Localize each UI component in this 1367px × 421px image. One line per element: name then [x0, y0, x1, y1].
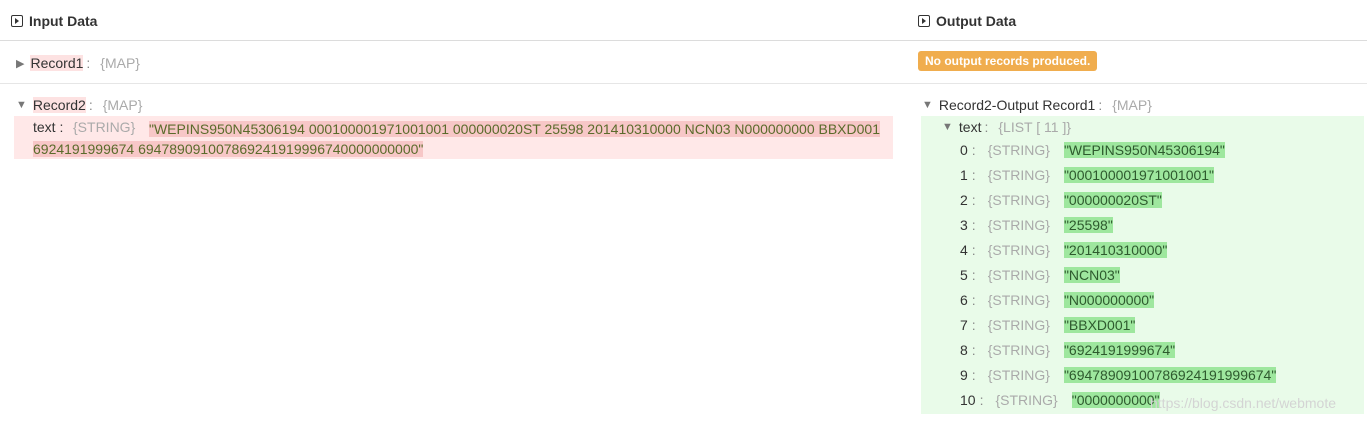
field-key: text : — [33, 119, 64, 135]
list-index: 6 — [960, 292, 968, 308]
play-square-icon — [918, 15, 930, 27]
input-record2-field: "WEPINS950N45306194 000100001971001001 0… — [14, 116, 893, 159]
list-item: 8: {STRING} "6924191999674" — [960, 342, 1176, 358]
separator: : — [971, 367, 976, 383]
list-item: 7: {STRING} "BBXD001" — [960, 317, 1136, 333]
list-item: 10: {STRING} "0000000000" — [960, 392, 1160, 408]
separator: : — [86, 55, 91, 71]
list-index: 8 — [960, 342, 968, 358]
list-index: 7 — [960, 317, 968, 333]
list-index: 4 — [960, 242, 968, 258]
list-item-type: {STRING} — [987, 167, 1050, 183]
list-item-type: {STRING} — [995, 392, 1058, 408]
list-index: 9 — [960, 367, 968, 383]
list-item: 4: {STRING} "201410310000" — [960, 242, 1168, 258]
field-key: text — [958, 119, 982, 135]
separator: : — [88, 97, 93, 113]
list-index: 3 — [960, 217, 968, 233]
watermark: https://blog.csdn.net/webmote — [1150, 395, 1336, 411]
separator: : — [971, 342, 976, 358]
record-name: Record2-Output Record1 — [938, 97, 1096, 113]
separator: : — [971, 317, 976, 333]
record-name: Record2 — [32, 97, 86, 113]
list-item-value: "N000000000" — [1063, 292, 1155, 308]
play-square-icon — [11, 15, 23, 27]
separator: : — [979, 392, 984, 408]
field-type: {STRING} — [73, 119, 136, 135]
output-record-field: ▼ text : {LIST [ 11 ]} 0: {STRING} "WEPINS… — [921, 116, 1364, 414]
collapse-arrow-icon[interactable]: ▼ — [16, 99, 27, 111]
row-divider — [0, 83, 1367, 84]
panel-header: Input Data Output Data — [0, 0, 1367, 41]
separator: : — [971, 242, 976, 258]
output-data-header[interactable]: Output Data — [918, 13, 1016, 29]
record-type: {MAP} — [1112, 97, 1152, 113]
list-item-type: {STRING} — [987, 367, 1050, 383]
separator: : — [971, 142, 976, 158]
output-text-field[interactable]: ▼ text : {LIST [ 11 ]} — [942, 119, 1071, 135]
list-item-value: "25598" — [1063, 217, 1113, 233]
list-item-value: "000100001971001001" — [1063, 167, 1215, 183]
list-item-value: "0000000000" — [1071, 392, 1160, 408]
list-item-value: "NCN03" — [1063, 267, 1120, 283]
list-index: 0 — [960, 142, 968, 158]
separator: : — [984, 119, 989, 135]
no-output-badge: No output records produced. — [918, 51, 1098, 71]
list-item-value: "WEPINS950N45306194" — [1063, 142, 1225, 158]
list-item: 0: {STRING} "WEPINS950N45306194" — [960, 142, 1225, 158]
separator: : — [971, 267, 976, 283]
list-item-type: {STRING} — [987, 267, 1050, 283]
separator: : — [971, 192, 976, 208]
list-item-type: {STRING} — [987, 317, 1050, 333]
input-data-header[interactable]: Input Data — [11, 13, 97, 29]
input-record1[interactable]: ▶ Record1 : {MAP} — [16, 55, 140, 71]
record-type: {MAP} — [100, 55, 140, 71]
list-item-value: "69478909100786924191999674" — [1063, 367, 1277, 383]
field-value: "WEPINS950N45306194 000100001971001001 0… — [33, 121, 880, 157]
list-item-type: {STRING} — [987, 292, 1050, 308]
field-value-wrap: "WEPINS950N45306194 000100001971001001 0… — [33, 119, 883, 159]
list-index: 1 — [960, 167, 968, 183]
record-type: {MAP} — [102, 97, 143, 113]
field-type: {LIST [ 11 ]} — [998, 119, 1072, 135]
list-item-type: {STRING} — [987, 192, 1050, 208]
expand-arrow-icon[interactable]: ▶ — [16, 57, 24, 70]
list-item-value: "6924191999674" — [1063, 342, 1176, 358]
input-data-title: Input Data — [29, 13, 98, 29]
list-item: 1: {STRING} "000100001971001001" — [960, 167, 1215, 183]
list-item: 2: {STRING} "000000020ST" — [960, 192, 1162, 208]
list-item: 5: {STRING} "NCN03" — [960, 267, 1120, 283]
output-record[interactable]: ▼ Record2-Output Record1 : {MAP} — [922, 97, 1152, 113]
list-item: 6: {STRING} "N000000000" — [960, 292, 1155, 308]
list-item: 9: {STRING} "69478909100786924191999674" — [960, 367, 1277, 383]
list-item-type: {STRING} — [987, 242, 1050, 258]
separator: : — [971, 292, 976, 308]
list-item-value: "000000020ST" — [1063, 192, 1162, 208]
list-index: 10 — [960, 392, 976, 408]
input-record2[interactable]: ▼ Record2 : {MAP} — [16, 97, 142, 113]
list-item-type: {STRING} — [987, 217, 1050, 233]
separator: : — [971, 217, 976, 233]
list-item-type: {STRING} — [987, 342, 1050, 358]
list-item: 3: {STRING} "25598" — [960, 217, 1113, 233]
list-item-value: "201410310000" — [1063, 242, 1168, 258]
collapse-arrow-icon[interactable]: ▼ — [922, 99, 933, 111]
separator: : — [1098, 97, 1103, 113]
list-index: 5 — [960, 267, 968, 283]
list-item-value: "BBXD001" — [1063, 317, 1136, 333]
record-name: Record1 — [30, 55, 84, 71]
list-item-type: {STRING} — [987, 142, 1050, 158]
page: Input Data Output Data ▶ Record1 : {MAP}… — [0, 0, 1367, 421]
list-index: 2 — [960, 192, 968, 208]
collapse-arrow-icon[interactable]: ▼ — [942, 121, 953, 133]
separator: : — [971, 167, 976, 183]
output-data-title: Output Data — [936, 13, 1017, 29]
